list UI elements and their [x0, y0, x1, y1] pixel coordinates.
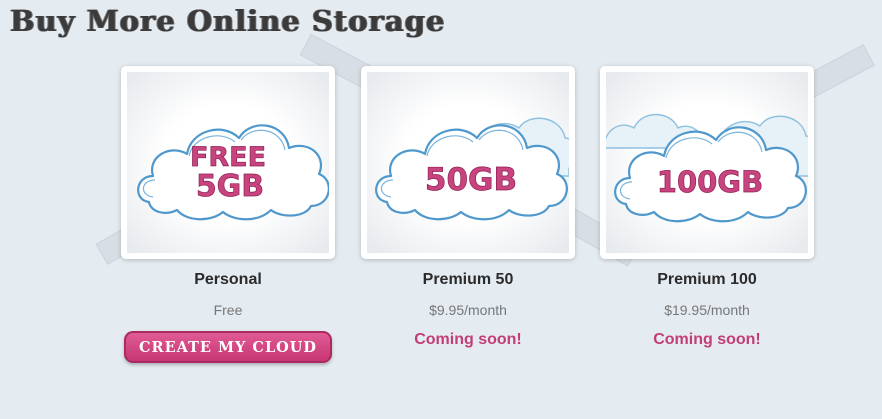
plan-name: Personal: [194, 271, 262, 288]
plan-card-image: 50GB: [361, 66, 575, 259]
create-my-cloud-button[interactable]: CREATE MY CLOUD: [123, 331, 333, 363]
plan-premium-50: 50GB Premium 50 $9.95/month Coming soon!: [358, 66, 578, 349]
plan-image-text: 50GB: [425, 162, 517, 198]
cloud-icon: 100GB: [606, 113, 808, 223]
plan-price: $9.95/month: [429, 302, 507, 318]
page-title: Buy More Online Storage: [10, 4, 446, 38]
plan-image-text: 5GB: [196, 169, 264, 204]
cloud-icon: 50GB: [375, 117, 569, 221]
plan-premium-100: 100GB Premium 100 $19.95/month Coming so…: [597, 66, 817, 349]
cloud-icon: FREE 5GB: [137, 124, 329, 221]
plan-image-text: 100GB: [657, 165, 763, 199]
coming-soon-label: Coming soon!: [414, 331, 522, 348]
coming-soon-label: Coming soon!: [653, 331, 761, 348]
plan-card-image: 100GB: [600, 66, 814, 259]
plan-personal: FREE 5GB Personal Free CREATE MY CLOUD: [118, 66, 338, 363]
plan-price: Free: [213, 302, 243, 318]
plan-card-image: FREE 5GB: [121, 66, 335, 259]
plan-price: $19.95/month: [664, 302, 750, 318]
plan-name: Premium 50: [422, 271, 514, 288]
plan-name: Premium 100: [657, 271, 757, 288]
